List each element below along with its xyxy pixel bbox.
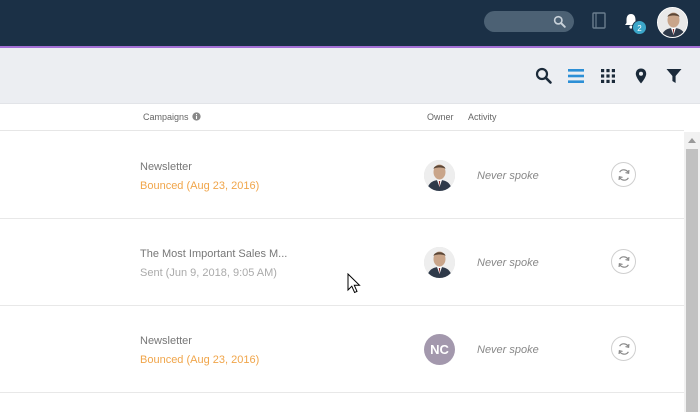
contact-list: Newsletter Bounced (Aug 23, 2016) Never … [0,132,684,412]
campaign-status: Sent (Jun 9, 2018, 9:05 AM) [140,267,277,279]
search-icon [553,15,566,28]
sync-button[interactable] [611,162,636,187]
global-search-input[interactable] [484,11,574,32]
sync-button[interactable] [611,249,636,274]
vertical-scrollbar[interactable] [684,132,700,412]
mouse-pointer-icon [347,273,361,294]
column-header-owner[interactable]: Owner [427,112,454,122]
scrollbar-thumb[interactable] [686,149,698,412]
table-row[interactable]: Newsletter Bounced (Aug 23, 2016) Never … [0,132,684,219]
toolbar [0,48,700,104]
campaign-name[interactable]: Newsletter [140,335,192,347]
campaign-name[interactable]: The Most Important Sales M... [140,248,287,260]
column-header-campaigns[interactable]: Campaigns [143,112,189,122]
top-navigation-bar: 2 [0,0,700,46]
owner-avatar[interactable] [424,160,455,191]
campaign-status: Bounced (Aug 23, 2016) [140,354,260,366]
table-row[interactable]: Newsletter Bounced (Aug 23, 2016) NC Nev… [0,306,684,393]
refresh-icon [618,256,630,268]
notifications-button[interactable]: 2 [622,12,647,36]
activity-status: Never spoke [477,170,539,182]
scroll-up-arrow-icon[interactable] [688,138,696,143]
column-header-activity[interactable]: Activity [468,112,497,122]
refresh-icon [618,169,630,181]
table-row[interactable]: The Most Important Sales M... Sent (Jun … [0,219,684,306]
user-avatar[interactable] [657,7,688,38]
map-pin-icon[interactable] [632,67,650,85]
book-icon[interactable] [592,12,606,29]
owner-avatar[interactable] [424,247,455,278]
activity-status: Never spoke [477,344,539,356]
sync-button[interactable] [611,336,636,361]
search-icon[interactable] [535,67,553,85]
activity-status: Never spoke [477,257,539,269]
notification-count-badge: 2 [632,20,647,35]
owner-initials-avatar[interactable]: NC [424,334,455,365]
info-icon[interactable] [192,112,201,121]
campaign-status: Bounced (Aug 23, 2016) [140,180,260,192]
list-view-icon[interactable] [567,67,585,85]
filter-icon[interactable] [665,67,683,85]
grid-view-icon[interactable] [599,67,617,85]
refresh-icon [618,343,630,355]
campaign-name[interactable]: Newsletter [140,161,192,173]
column-header: Campaigns Owner Activity [0,104,684,131]
